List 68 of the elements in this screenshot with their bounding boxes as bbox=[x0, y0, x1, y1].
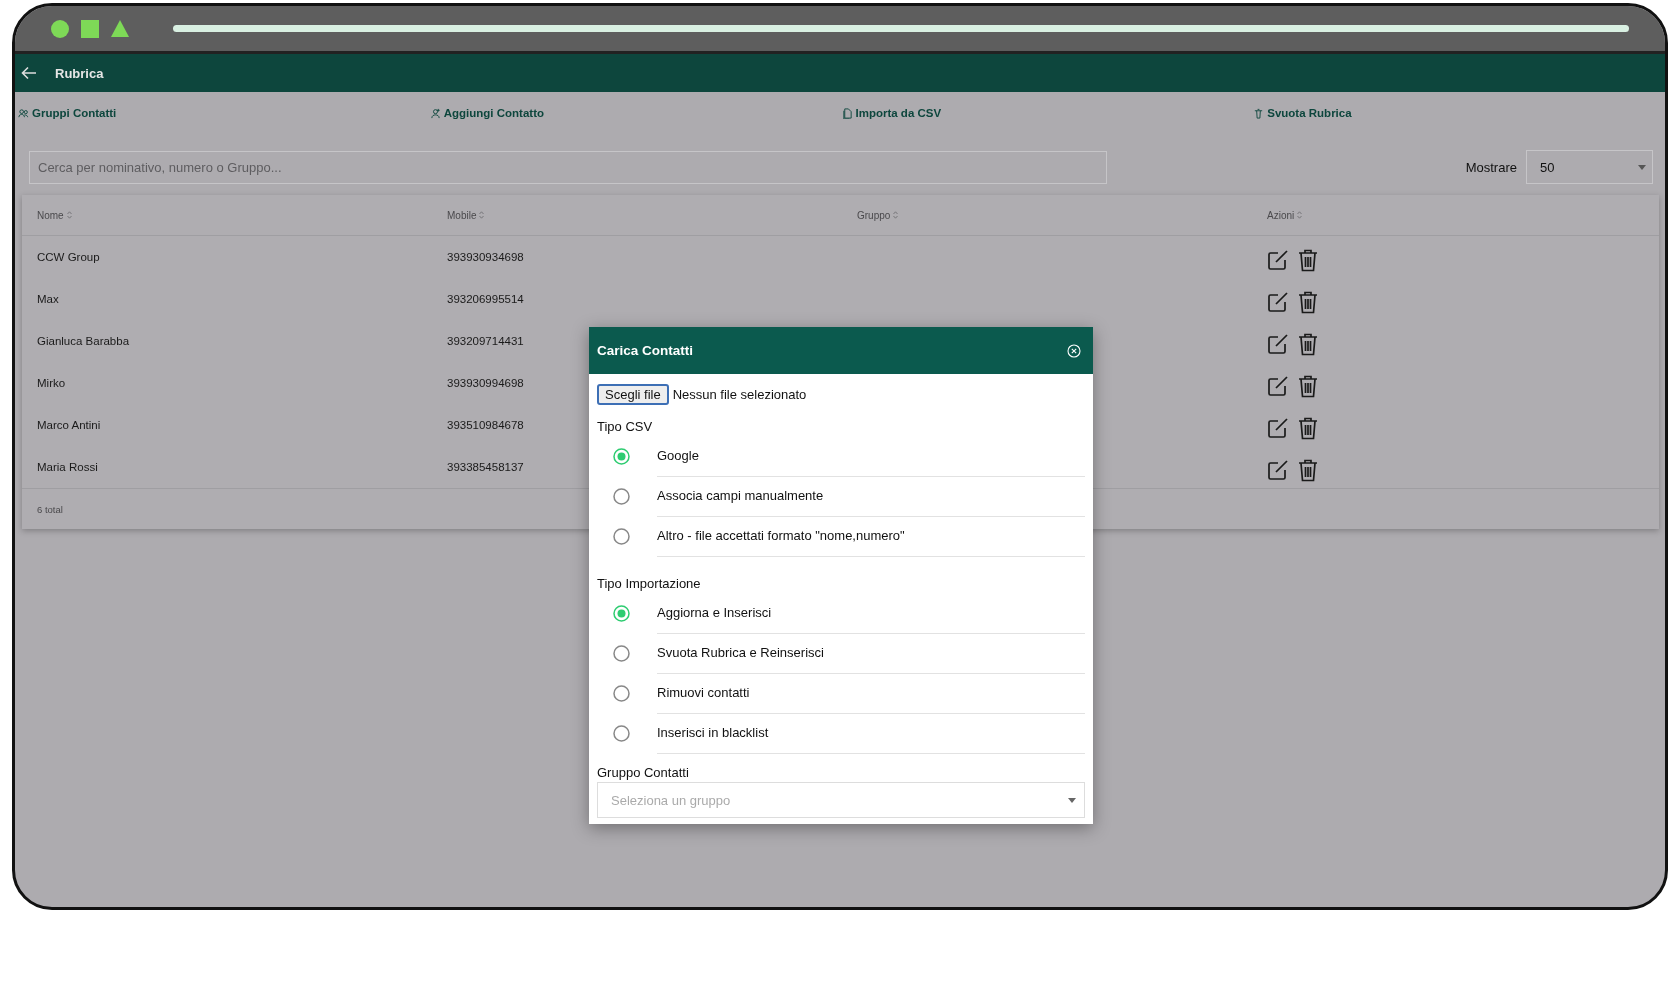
square-icon bbox=[81, 19, 99, 38]
radio-label[interactable]: Svuota Rubrica e Reinserisci bbox=[657, 632, 1085, 674]
radio-label[interactable]: Aggiorna e Inserisci bbox=[657, 592, 1085, 634]
table-cell: Marco Antini bbox=[37, 419, 101, 431]
trash-icon bbox=[1253, 107, 1265, 119]
page-title: Rubrica bbox=[55, 65, 104, 81]
radio-button[interactable] bbox=[613, 487, 630, 505]
column-header[interactable]: Azioni bbox=[1267, 209, 1295, 221]
triangle-icon bbox=[111, 20, 129, 37]
section-label: Tipo Importazione bbox=[597, 576, 702, 591]
toolbar-link[interactable]: Gruppi Contatti bbox=[18, 101, 117, 125]
trash-icon[interactable] bbox=[1298, 416, 1318, 440]
trash-icon[interactable] bbox=[1298, 290, 1318, 314]
table-cell: CCW Group bbox=[37, 251, 100, 263]
close-icon[interactable] bbox=[1067, 343, 1081, 358]
back-arrow-icon[interactable] bbox=[21, 66, 37, 80]
file-icon bbox=[841, 107, 853, 119]
table-cell: Gianluca Barabba bbox=[37, 335, 130, 347]
toolbar-link[interactable]: Aggiungi Contatto bbox=[429, 101, 545, 125]
toolbar-link[interactable]: Importa da CSV bbox=[841, 101, 942, 125]
table-cell: Max bbox=[37, 293, 59, 305]
radio-button[interactable] bbox=[613, 527, 630, 545]
total-count: 6 total bbox=[37, 503, 63, 515]
trash-icon[interactable] bbox=[1298, 332, 1318, 356]
trash-icon[interactable] bbox=[1298, 248, 1318, 272]
edit-icon[interactable] bbox=[1267, 249, 1289, 271]
trash-icon[interactable] bbox=[1298, 374, 1318, 398]
edit-icon[interactable] bbox=[1267, 333, 1289, 355]
column-header[interactable]: Nome bbox=[37, 209, 64, 221]
caret-icon bbox=[1068, 797, 1076, 803]
radio-label[interactable]: Rimuovi contatti bbox=[657, 672, 1085, 714]
table-cell: 393206995514 bbox=[447, 293, 524, 305]
edit-icon[interactable] bbox=[1267, 291, 1289, 313]
radio-button[interactable] bbox=[613, 604, 630, 622]
table-cell: 393510984678 bbox=[447, 419, 524, 431]
radio-button[interactable] bbox=[613, 644, 630, 662]
table-cell: 393385458137 bbox=[447, 461, 524, 473]
circle-icon bbox=[51, 19, 69, 38]
radio-button[interactable] bbox=[613, 447, 630, 465]
table-cell: Mirko bbox=[37, 377, 66, 389]
table-cell: 393209714431 bbox=[447, 335, 524, 347]
edit-icon[interactable] bbox=[1267, 417, 1289, 439]
radio-label[interactable]: Altro - file accettati formato "nome,numero" bbox=[657, 515, 1085, 557]
people-icon bbox=[18, 107, 29, 119]
person-add-icon bbox=[429, 107, 441, 119]
column-header[interactable]: Gruppo bbox=[857, 209, 891, 221]
trash-icon[interactable] bbox=[1298, 458, 1318, 482]
edit-icon[interactable] bbox=[1267, 459, 1289, 481]
section-label: Tipo CSV bbox=[597, 419, 654, 434]
radio-button[interactable] bbox=[613, 684, 630, 702]
radio-button[interactable] bbox=[613, 724, 630, 742]
file-status: Nessun file selezionato bbox=[672, 387, 807, 402]
radio-label[interactable]: Inserisci in blacklist bbox=[657, 712, 1085, 754]
table-cell: 393930994698 bbox=[447, 377, 524, 389]
section-label: Gruppo Contatti bbox=[597, 765, 690, 780]
toolbar-link[interactable]: Svuota Rubrica bbox=[1253, 101, 1352, 125]
column-header[interactable]: Mobile bbox=[447, 209, 477, 221]
show-label: Mostrare bbox=[1465, 159, 1517, 175]
caret-icon bbox=[1638, 164, 1646, 170]
radio-label[interactable]: Associa campi manualmente bbox=[657, 475, 1085, 517]
page-size-select[interactable]: 50 bbox=[1526, 150, 1653, 184]
table-cell: 393930934698 bbox=[447, 251, 524, 263]
radio-label[interactable]: Google bbox=[657, 435, 1085, 477]
table-cell: Maria Rossi bbox=[37, 461, 98, 473]
dialog-title: Carica Contatti bbox=[597, 343, 694, 358]
search-field[interactable]: Cerca per nominativo, numero o Gruppo... bbox=[29, 150, 1107, 184]
edit-icon[interactable] bbox=[1267, 375, 1289, 397]
choose-file-button[interactable]: Scegli file bbox=[597, 384, 669, 405]
